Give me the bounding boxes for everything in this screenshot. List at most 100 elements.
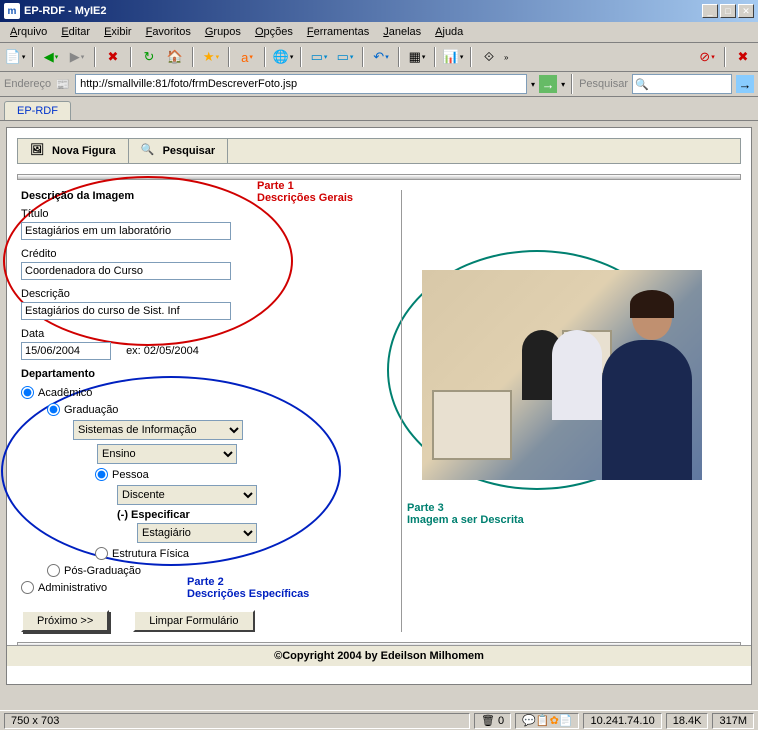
status-down: 18.4K (666, 713, 709, 729)
descricao-label: Descrição (21, 288, 381, 300)
section-title: Descrição da Imagem (21, 190, 381, 202)
select-estagiario[interactable]: Estagiário (137, 523, 257, 543)
grid-button[interactable]: ▦ (406, 46, 428, 68)
chart-button[interactable]: 📊 (442, 46, 464, 68)
status-trash: 🗑 0 (474, 713, 511, 729)
titlebar: m EP-RDF - MyIE2 _ □ ✕ (0, 0, 758, 22)
select-ensino[interactable]: Ensino (97, 444, 237, 464)
panel2-button[interactable]: ▭ (334, 46, 356, 68)
address-label: Endereço (4, 78, 51, 90)
limpar-button[interactable]: Limpar Formulário (133, 610, 254, 632)
tab-nova-figura[interactable]: 🖼 Nova Figura (18, 139, 129, 163)
tab-eprdf[interactable]: EP-RDF (4, 101, 71, 120)
radio-graduacao[interactable] (47, 403, 60, 416)
credito-label: Crédito (21, 248, 381, 260)
menu-opcoes[interactable]: Opções (249, 24, 299, 40)
refresh-button[interactable]: ↻ (138, 46, 160, 68)
tray-icon2: 📋 (536, 714, 550, 727)
agent-button[interactable]: a (236, 46, 258, 68)
app-tabs: 🖼 Nova Figura 🔍 Pesquisar (17, 138, 741, 164)
go-button[interactable]: → (539, 75, 557, 93)
search-icon: 🔍 (635, 78, 649, 91)
page-icon: 📰 (55, 76, 71, 92)
status-dims: 750 x 703 (4, 713, 470, 729)
address-bar: Endereço 📰 ▾ → ▾ Pesquisar 🔍 → (0, 72, 758, 97)
radio-posgrad[interactable] (47, 564, 60, 577)
pessoa-label: Pessoa (112, 469, 149, 481)
radio-academico[interactable] (21, 386, 34, 399)
undo-button[interactable]: ↶ (370, 46, 392, 68)
block-button[interactable]: ⊘ (696, 46, 718, 68)
tray-icon3: ✿ (550, 714, 559, 727)
expand-button[interactable]: ⟐ (478, 46, 500, 68)
academico-label: Acadêmico (38, 387, 92, 399)
window-title: EP-RDF - MyIE2 (24, 5, 702, 17)
data-example: ex: 02/05/2004 (126, 345, 199, 357)
menu-favoritos[interactable]: Favoritos (140, 24, 197, 40)
picture-icon: 🖼 (30, 143, 46, 159)
trash-icon: 🗑 (481, 714, 495, 727)
tab-pesquisar-label: Pesquisar (163, 145, 216, 157)
menu-exibir[interactable]: Exibir (98, 24, 138, 40)
address-dropdown-icon[interactable]: ▾ (531, 80, 535, 89)
menu-ajuda[interactable]: Ajuda (429, 24, 469, 40)
close-button[interactable]: ✕ (738, 4, 754, 18)
departamento-title: Departamento (21, 368, 381, 380)
maximize-button[interactable]: □ (720, 4, 736, 18)
tray-icon1: 💬 (522, 714, 536, 727)
form-left: Descrição da Imagem Título Crédito Descr… (21, 190, 381, 632)
magnifier-icon: 🔍 (141, 143, 157, 159)
menu-grupos[interactable]: Grupos (199, 24, 247, 40)
favorites-button[interactable]: ★ (200, 46, 222, 68)
titulo-input[interactable] (21, 222, 231, 240)
radio-pessoa[interactable] (95, 468, 108, 481)
data-input[interactable] (21, 342, 111, 360)
browser-tabbar: EP-RDF (0, 97, 758, 121)
preview-image (422, 270, 702, 480)
copyright: ©Copyright 2004 by Edeilson Milhomem (7, 645, 751, 666)
home-button[interactable]: 🏠 (164, 46, 186, 68)
radio-estrutura[interactable] (95, 547, 108, 560)
globe-button[interactable]: 🌐 (272, 46, 294, 68)
tab-nova-figura-label: Nova Figura (52, 145, 116, 157)
especificar-label[interactable]: (-) Especificar (117, 509, 190, 521)
toolbar: 📄 ◀ ▶ ✖ ↻ 🏠 ★ a 🌐 ▭ ▭ ↶ ▦ 📊 ⟐ » ⊘ ✖ (0, 43, 758, 72)
menu-editar[interactable]: Editar (55, 24, 96, 40)
credito-input[interactable] (21, 262, 231, 280)
search-go-button[interactable]: → (736, 75, 754, 93)
proximo-button[interactable]: Próximo >> (21, 610, 109, 632)
status-ip: 10.241.74.10 (583, 713, 661, 729)
tray-icon4: 📄 (559, 714, 573, 727)
radio-administrativo[interactable] (21, 581, 34, 594)
form-right (401, 190, 737, 632)
graduacao-label: Graduação (64, 404, 118, 416)
page-content: 🖼 Nova Figura 🔍 Pesquisar Descrição da I… (6, 127, 752, 685)
select-sistemas[interactable]: Sistemas de Informação (73, 420, 243, 440)
minimize-button[interactable]: _ (702, 4, 718, 18)
status-total: 317M (712, 713, 754, 729)
menubar: Arquivo Editar Exibir Favoritos Grupos O… (0, 22, 758, 43)
titulo-label: Título (21, 208, 381, 220)
app-icon: m (4, 3, 20, 19)
search-label: Pesquisar (579, 78, 628, 90)
stop-button[interactable]: ✖ (102, 46, 124, 68)
statusbar: 750 x 703 🗑 0 💬 📋 ✿ 📄 10.241.74.10 18.4K… (0, 710, 758, 730)
descricao-input[interactable] (21, 302, 231, 320)
menu-janelas[interactable]: Janelas (377, 24, 427, 40)
menu-ferramentas[interactable]: Ferramentas (301, 24, 375, 40)
tab-pesquisar[interactable]: 🔍 Pesquisar (129, 139, 229, 163)
back-button[interactable]: ◀ (40, 46, 62, 68)
posgrad-label: Pós-Graduação (64, 565, 141, 577)
close2-button[interactable]: ✖ (732, 46, 754, 68)
panel1-button[interactable]: ▭ (308, 46, 330, 68)
status-tray: 💬 📋 ✿ 📄 (515, 713, 579, 729)
estrutura-label: Estrutura Física (112, 548, 189, 560)
address-input[interactable] (75, 74, 527, 94)
search-input[interactable]: 🔍 (632, 74, 732, 94)
data-label: Data (21, 328, 381, 340)
address-menu-icon[interactable]: ▾ (561, 80, 565, 89)
new-button[interactable]: 📄 (4, 46, 26, 68)
menu-arquivo[interactable]: Arquivo (4, 24, 53, 40)
select-discente[interactable]: Discente (117, 485, 257, 505)
forward-button[interactable]: ▶ (66, 46, 88, 68)
